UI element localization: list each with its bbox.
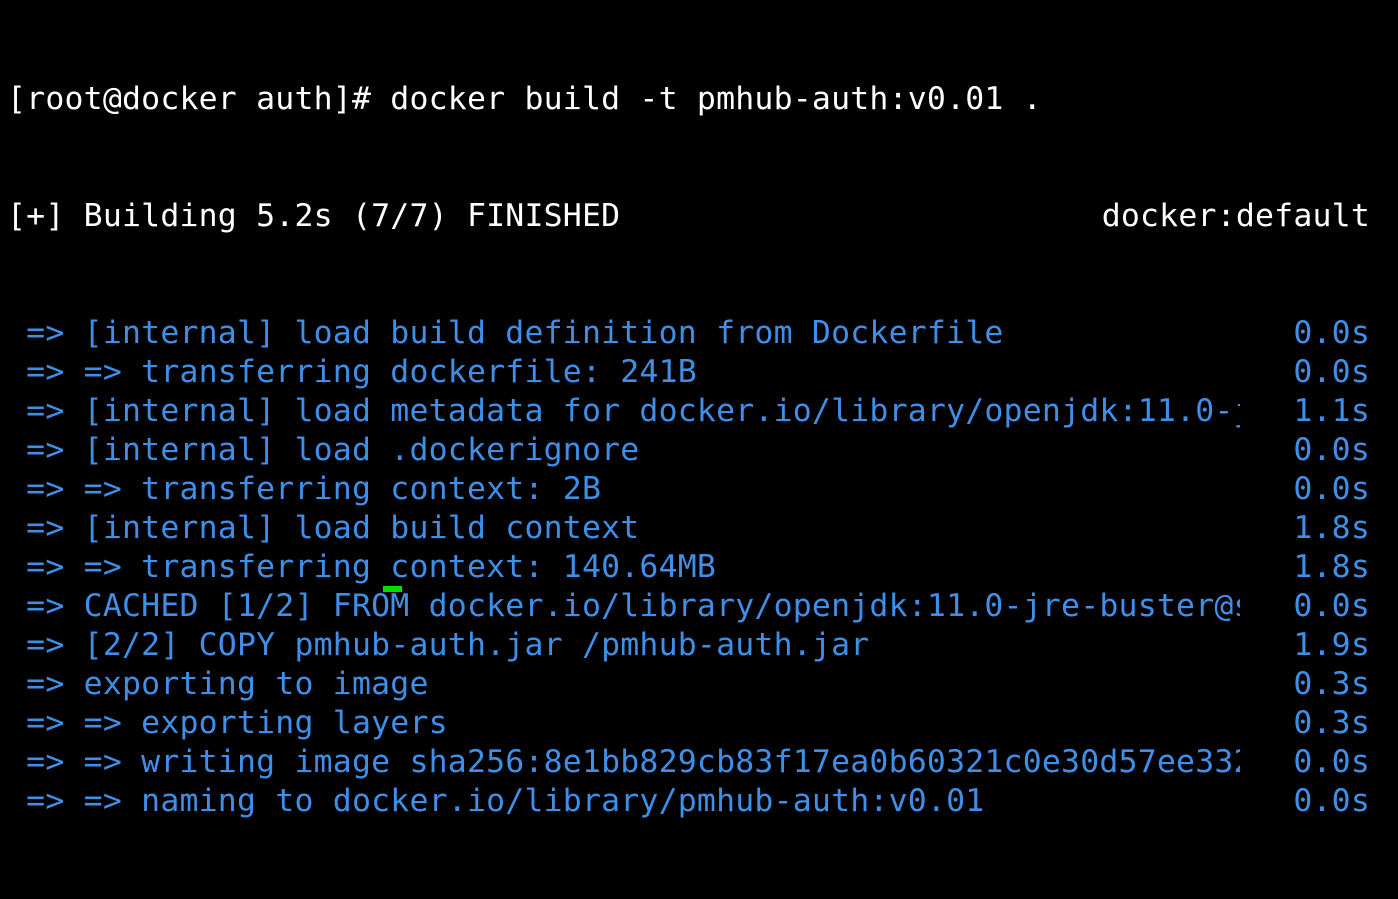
build-step-duration: 0.0s <box>1293 315 1370 351</box>
build-step-line: => [internal] load .dockerignore 0.0s <box>7 431 1398 470</box>
build-step-duration: 0.0s <box>1293 588 1370 624</box>
build-step-duration: 1.8s <box>1293 549 1370 585</box>
build-step-text: => => exporting layers <box>7 705 448 741</box>
build-step-text: => [internal] load build definition from… <box>7 315 1004 351</box>
build-step-line: => => exporting layers 0.3s <box>7 704 1398 743</box>
build-step-text: => exporting to image <box>7 666 429 702</box>
build-step-duration: 0.3s <box>1293 666 1370 702</box>
build-step-line: => => writing image sha256:8e1bb829cb83f… <box>7 743 1398 782</box>
build-step-duration: 1.8s <box>1293 510 1370 546</box>
build-step-text: => => writing image sha256:8e1bb829cb83f… <box>7 744 1240 780</box>
build-step-line: => [internal] load metadata for docker.i… <box>7 392 1398 431</box>
build-step-duration: 0.0s <box>1293 783 1370 819</box>
build-step-duration: 0.0s <box>1293 471 1370 507</box>
build-step-duration: 0.0s <box>1293 744 1370 780</box>
build-step-text: => [2/2] COPY pmhub-auth.jar /pmhub-auth… <box>7 627 870 663</box>
build-step-line: => => transferring dockerfile: 241B 0.0s <box>7 353 1398 392</box>
build-step-text: => [internal] load metadata for docker.i… <box>7 393 1240 429</box>
build-step-duration: 0.3s <box>1293 705 1370 741</box>
build-status-text: [+] Building 5.2s (7/7) FINISHED <box>7 198 621 234</box>
build-step-line: => => transferring context: 140.64MB 1.8s <box>7 548 1398 587</box>
builder-context-label: docker:default <box>1101 198 1370 234</box>
build-step-duration: 1.1s <box>1293 393 1370 429</box>
build-step-line: => CACHED [1/2] FROM docker.io/library/o… <box>7 587 1398 626</box>
build-step-line: => => naming to docker.io/library/pmhub-… <box>7 782 1398 821</box>
command-prompt-line: [root@docker auth]# docker build -t pmhu… <box>7 80 1398 119</box>
build-step-duration: 1.9s <box>1293 627 1370 663</box>
terminal-cursor <box>383 586 402 592</box>
build-steps-list: => [internal] load build definition from… <box>7 314 1398 821</box>
build-step-text: => => transferring dockerfile: 241B <box>7 354 697 390</box>
build-step-line: => => transferring context: 2B 0.0s <box>7 470 1398 509</box>
build-step-line: => [2/2] COPY pmhub-auth.jar /pmhub-auth… <box>7 626 1398 665</box>
build-step-text: => [internal] load .dockerignore <box>7 432 640 468</box>
build-step-text: => [internal] load build context <box>7 510 640 546</box>
build-step-line: => exporting to image 0.3s <box>7 665 1398 704</box>
terminal-window[interactable]: [root@docker auth]# docker build -t pmhu… <box>0 0 1398 819</box>
build-step-duration: 0.0s <box>1293 354 1370 390</box>
build-step-line: => [internal] load build definition from… <box>7 314 1398 353</box>
build-step-text: => => transferring context: 140.64MB <box>7 549 717 585</box>
build-step-text: => CACHED [1/2] FROM docker.io/library/o… <box>7 588 1240 624</box>
build-status-line: [+] Building 5.2s (7/7) FINISHED docker:… <box>7 197 1398 236</box>
build-step-text: => => transferring context: 2B <box>7 471 602 507</box>
build-step-duration: 0.0s <box>1293 432 1370 468</box>
build-step-line: => [internal] load build context 1.8s <box>7 509 1398 548</box>
command-text: [root@docker auth]# docker build -t pmhu… <box>7 81 1042 117</box>
build-step-text: => => naming to docker.io/library/pmhub-… <box>7 783 985 819</box>
